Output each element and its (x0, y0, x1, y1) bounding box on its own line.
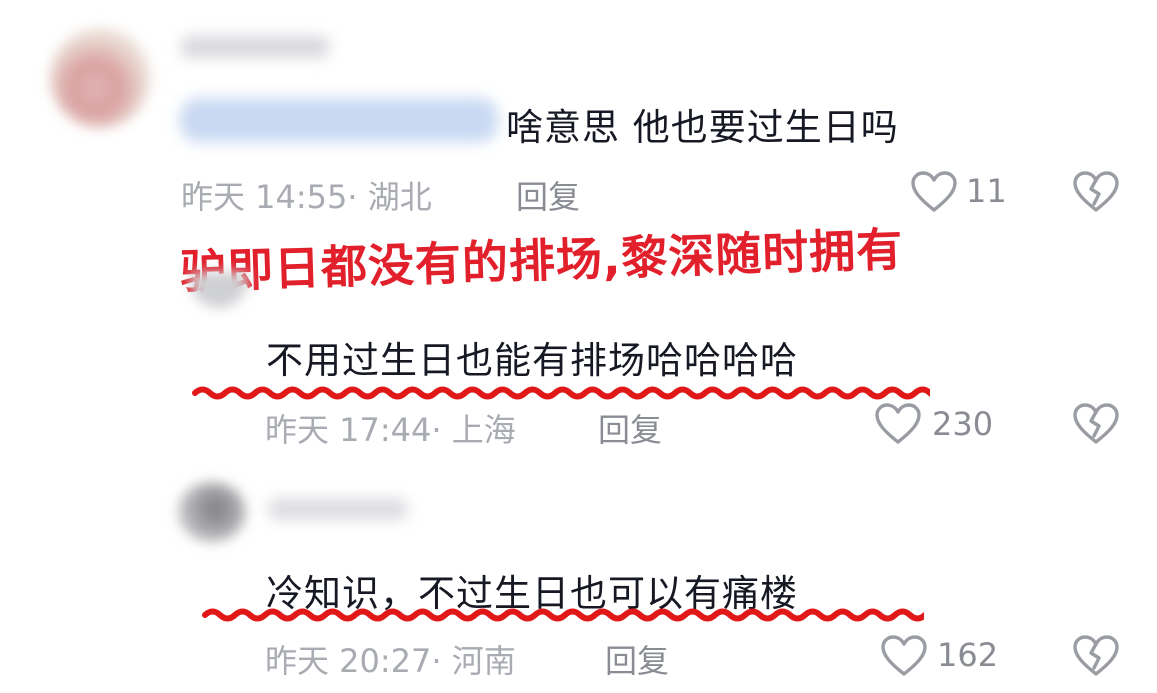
overlay-caption: 驴即日都没有的排场,黎深随时拥有 (179, 222, 905, 299)
like-count: 230 (932, 405, 994, 443)
username-blurred[interactable] (268, 498, 408, 520)
comment-time-location: 昨天 20:27· 河南 (265, 642, 516, 680)
highlight-underline (192, 386, 930, 400)
comment-time-location: 昨天 17:44· 上海 (265, 411, 516, 449)
reply-button[interactable]: 回复 (605, 636, 669, 682)
avatar[interactable] (178, 482, 246, 542)
broken-heart-icon[interactable] (1072, 170, 1120, 214)
broken-heart-icon[interactable] (1072, 634, 1120, 678)
broken-heart-icon[interactable] (1072, 402, 1120, 446)
avatar[interactable] (50, 28, 150, 128)
comment-text: 不用过生日也能有排场哈哈哈哈 (266, 339, 798, 382)
heart-outline-icon[interactable] (874, 402, 922, 446)
reply-button[interactable]: 回复 (516, 172, 580, 218)
reply-button[interactable]: 回复 (598, 405, 662, 451)
like-count: 162 (937, 636, 999, 674)
mention-blurred[interactable] (180, 98, 498, 142)
avatar[interactable] (190, 272, 248, 308)
heart-outline-icon[interactable] (880, 634, 928, 678)
comment-time-location: 昨天 14:55· 湖北 (181, 178, 432, 216)
highlight-underline (202, 608, 924, 622)
heart-outline-icon[interactable] (910, 170, 958, 214)
username-blurred[interactable] (180, 36, 330, 58)
comment-text: 啥意思 他也要过生日吗 (506, 106, 899, 149)
like-count: 11 (966, 172, 1007, 210)
